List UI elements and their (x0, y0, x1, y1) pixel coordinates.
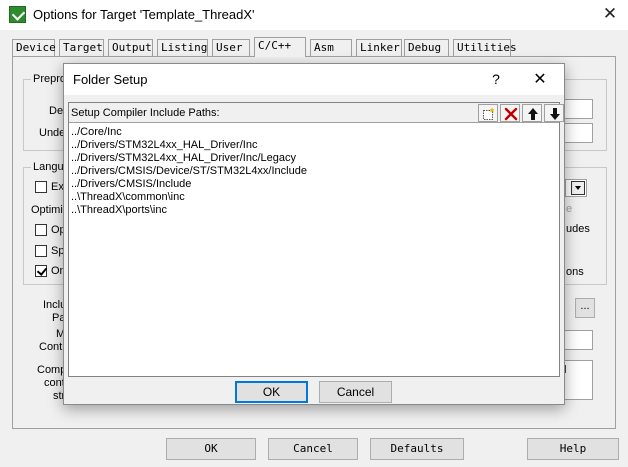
list-header-label: Setup Compiler Include Paths: (71, 107, 220, 119)
tab-debug[interactable]: Debug (404, 39, 449, 56)
list-item[interactable]: ..\ThreadX\common\inc (71, 191, 557, 204)
checkbox-sp[interactable] (35, 245, 47, 257)
checkbox-ex[interactable] (35, 181, 47, 193)
dialog-cancel-button[interactable]: Cancel (319, 381, 392, 403)
move-up-button[interactable] (522, 104, 542, 122)
list-item[interactable]: ../Drivers/STM32L4xx_HAL_Driver/Inc/Lega… (71, 152, 557, 165)
window-close-button[interactable]: ✕ (596, 2, 624, 28)
list-item[interactable]: ..\ThreadX\ports\inc (71, 204, 557, 217)
include-paths-listbox: Setup Compiler Include Paths: ../Core/In… (68, 102, 564, 377)
window-title: Options for Target 'Template_ThreadX' (33, 7, 255, 22)
checkbox-on[interactable] (35, 265, 47, 277)
folder-setup-dialog: Folder Setup ? ✕ Setup Compiler Include … (63, 63, 565, 405)
right-e-label: e (566, 203, 573, 215)
tab-c-cpp[interactable]: C/C++ (254, 37, 306, 57)
control-label: cont (44, 377, 65, 389)
right-ons-label: ons (566, 266, 584, 278)
delete-path-button[interactable] (500, 104, 520, 122)
move-down-icon (550, 108, 560, 120)
chevron-down-icon[interactable] (571, 181, 585, 195)
tab-strip: Device Target Output Listing User C/C++ … (12, 37, 612, 57)
tab-linker[interactable]: Linker (356, 39, 402, 56)
move-up-icon (528, 108, 538, 120)
tab-user[interactable]: User (212, 39, 250, 56)
main-cancel-button[interactable]: Cancel (268, 438, 358, 460)
main-defaults-button[interactable]: Defaults (370, 438, 464, 460)
main-ok-button[interactable]: OK (166, 438, 256, 460)
dialog-close-button[interactable]: ✕ (527, 68, 553, 90)
delete-x-icon (504, 107, 518, 121)
dialog-title: Folder Setup (73, 72, 148, 87)
list-item[interactable]: ../Drivers/CMSIS/Device/ST/STM32L4xx/Inc… (71, 165, 557, 178)
list-header: Setup Compiler Include Paths: (69, 103, 564, 123)
browse-include-button[interactable]: ... (575, 298, 595, 318)
tab-target[interactable]: Target (59, 39, 104, 56)
dialog-ok-button[interactable]: OK (235, 381, 308, 403)
tab-asm[interactable]: Asm (310, 39, 352, 56)
window-titlebar: Options for Target 'Template_ThreadX' ✕ (0, 0, 628, 30)
main-help-button[interactable]: Help (527, 438, 619, 460)
tab-device[interactable]: Device (12, 39, 56, 56)
new-folder-icon (483, 107, 495, 120)
include-path-list: ../Core/Inc ../Drivers/STM32L4xx_HAL_Dri… (71, 126, 557, 217)
app-logo-icon (9, 6, 26, 23)
dialog-help-button[interactable]: ? (488, 69, 504, 89)
list-item[interactable]: ../Drivers/CMSIS/Include (71, 178, 557, 191)
checkbox-op[interactable] (35, 224, 47, 236)
tab-output[interactable]: Output (108, 39, 153, 56)
move-down-button[interactable] (544, 104, 564, 122)
tab-utilities[interactable]: Utilities (453, 39, 517, 56)
compiler-label: Comp (37, 364, 67, 376)
list-item[interactable]: ../Drivers/STM32L4xx_HAL_Driver/Inc (71, 139, 557, 152)
right-udes-label: udes (566, 223, 590, 235)
list-item[interactable]: ../Core/Inc (71, 126, 557, 139)
language-group-label: Langu (31, 161, 66, 173)
tab-listing[interactable]: Listing (157, 39, 208, 56)
checkbox-ex-label: Ex (51, 181, 64, 193)
dialog-titlebar: Folder Setup ? ✕ (64, 64, 564, 95)
controls-label: Contr (39, 341, 66, 353)
new-folder-button[interactable] (478, 104, 498, 122)
